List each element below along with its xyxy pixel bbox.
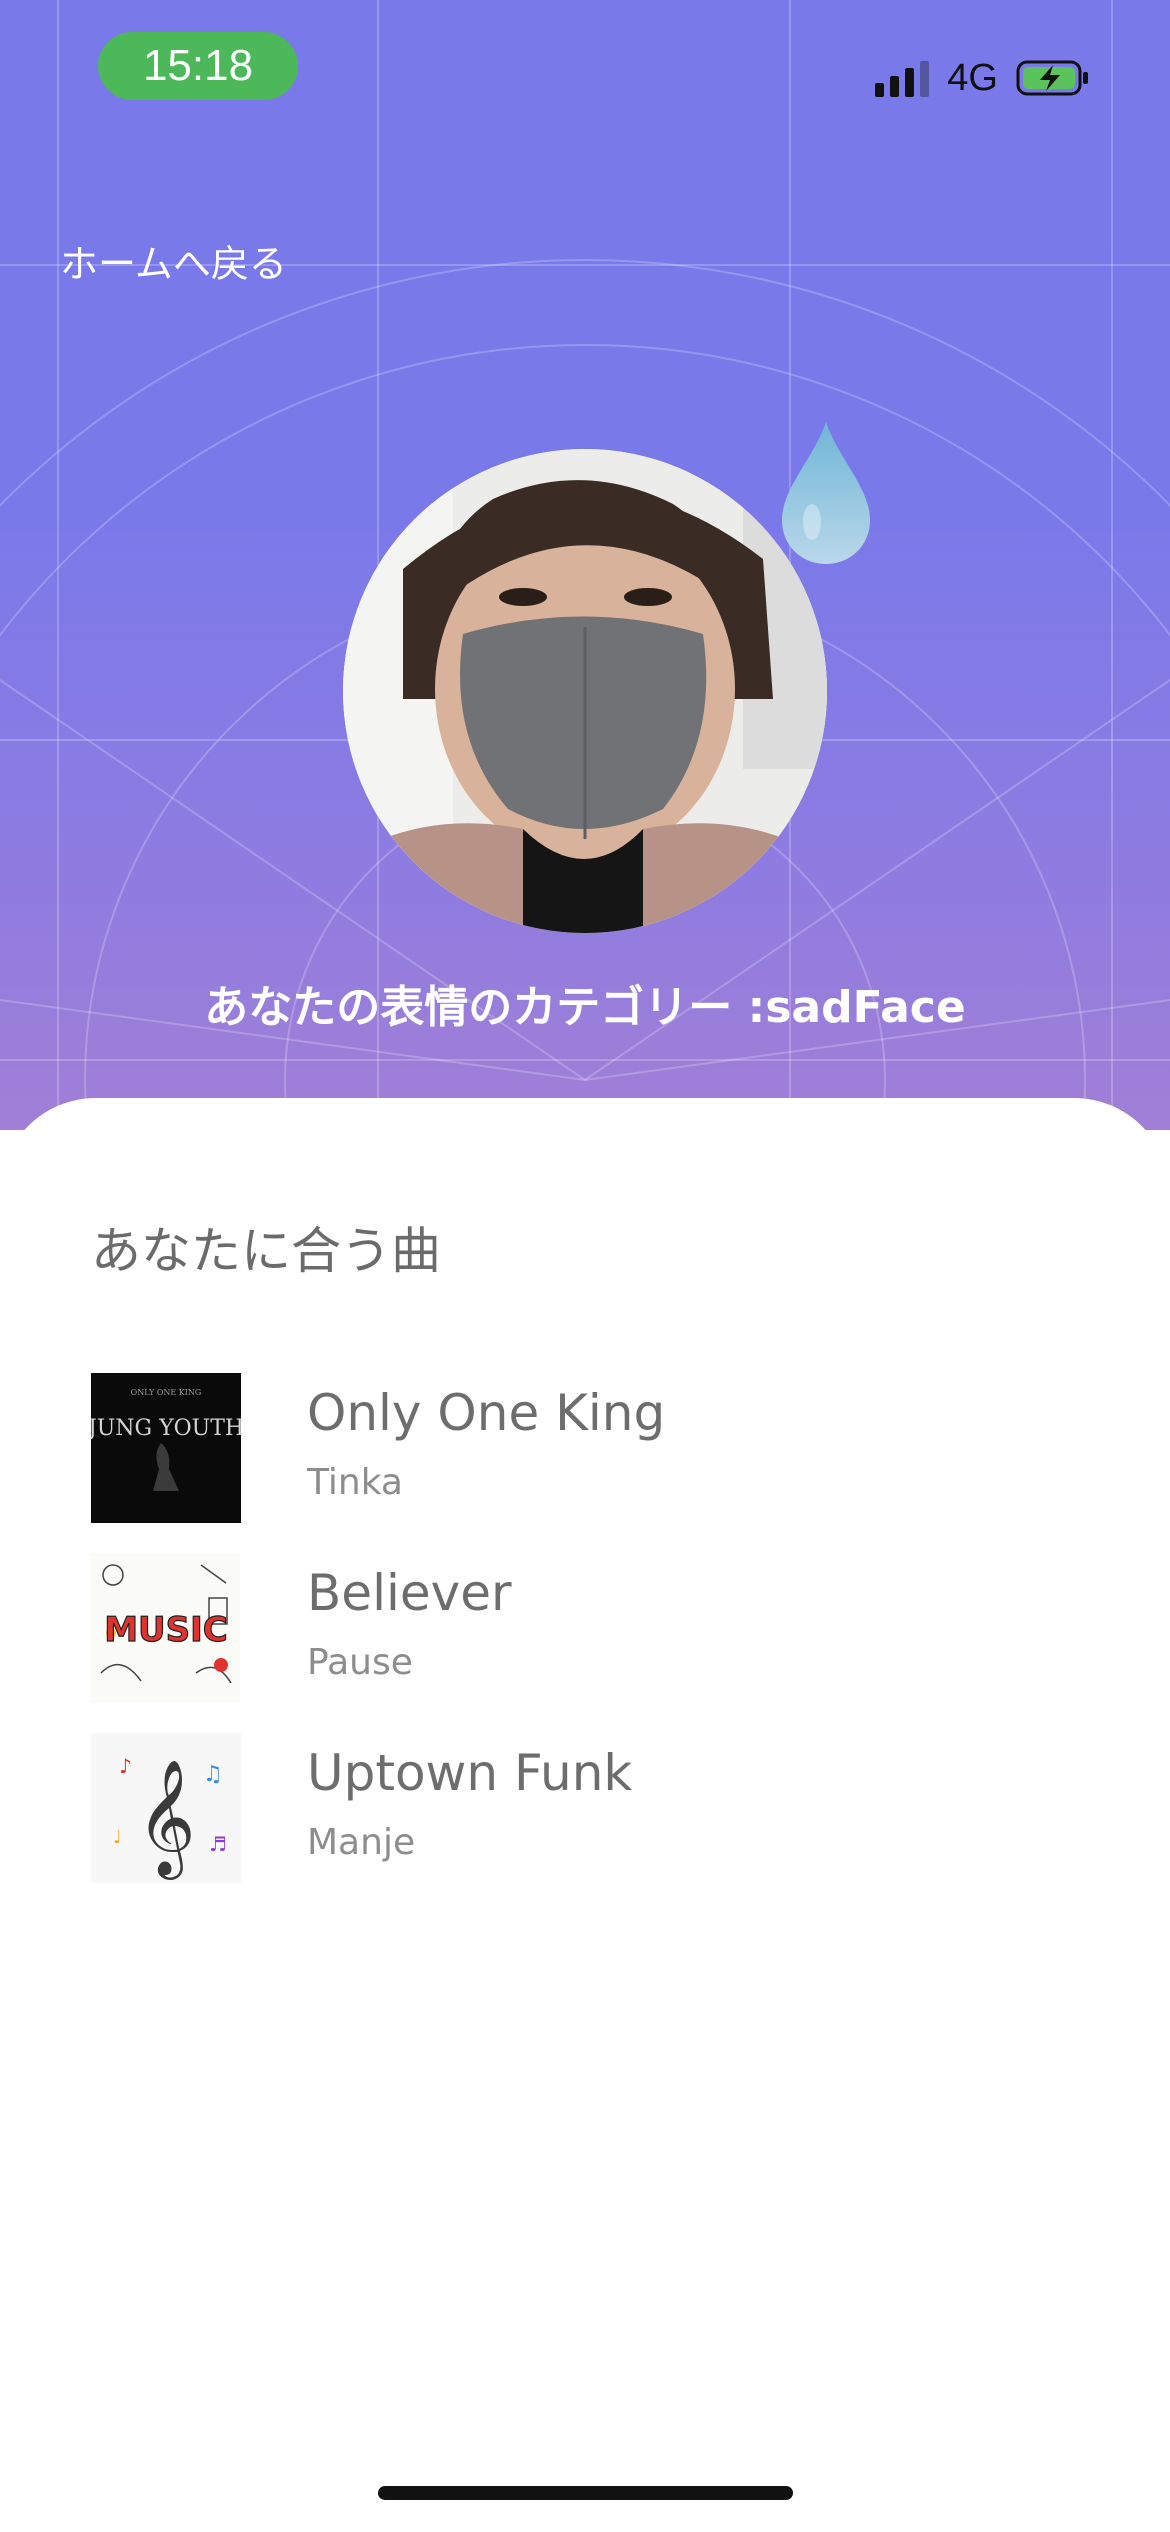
album-cover-uptown-funk: 𝄞 ♪ ♫ ♩ ♬	[91, 1733, 241, 1883]
song-title: Believer	[307, 1564, 512, 1622]
song-title: Only One King	[307, 1384, 666, 1442]
song-artist: Tinka	[307, 1462, 403, 1503]
back-home-link[interactable]: ホームへ戻る	[60, 238, 287, 290]
song-artist: Pause	[307, 1642, 413, 1683]
home-indicator[interactable]	[378, 2486, 793, 2500]
svg-text:♫: ♫	[203, 1762, 223, 1787]
svg-text:♬: ♬	[209, 1832, 227, 1856]
treble-clef-icon: 𝄞	[136, 1758, 195, 1880]
album-cover-believer: MUSIC	[91, 1553, 241, 1703]
album-cover-only-one-king: ONLY ONE KING JUNG YOUTH	[91, 1373, 241, 1523]
header-area: 15:18 4G ホームへ戻る あなたの表情のカテゴリー:sadFace	[0, 0, 1170, 1130]
song-item-believer[interactable]: MUSIC Believer Pause	[91, 1553, 1091, 1703]
cover-text: JUNG YOUTH	[91, 1416, 241, 1441]
face-category-label: あなたの表情のカテゴリー :sadFace	[204, 982, 966, 1033]
signal-icon	[875, 59, 930, 97]
teardrop-icon	[782, 422, 870, 564]
battery-charging-icon	[1016, 60, 1088, 96]
recommendation-title: あなたに合う曲	[91, 1222, 441, 1280]
song-item-only-one-king[interactable]: ONLY ONE KING JUNG YOUTH Only One King T…	[91, 1373, 1091, 1523]
cover-subtext: ONLY ONE KING	[131, 1388, 202, 1397]
network-type-label: 4G	[947, 56, 998, 99]
song-artist: Manje	[307, 1822, 416, 1863]
svg-text:♩: ♩	[113, 1827, 122, 1848]
status-time: 15:18	[98, 32, 298, 100]
svg-text:♪: ♪	[119, 1754, 132, 1778]
user-face-photo	[343, 449, 827, 933]
song-item-uptown-funk[interactable]: 𝄞 ♪ ♫ ♩ ♬ Uptown Funk Manje	[91, 1733, 1091, 1883]
song-title: Uptown Funk	[307, 1744, 633, 1802]
status-indicators: 4G	[875, 48, 1090, 108]
cover-text: MUSIC	[104, 1610, 228, 1650]
